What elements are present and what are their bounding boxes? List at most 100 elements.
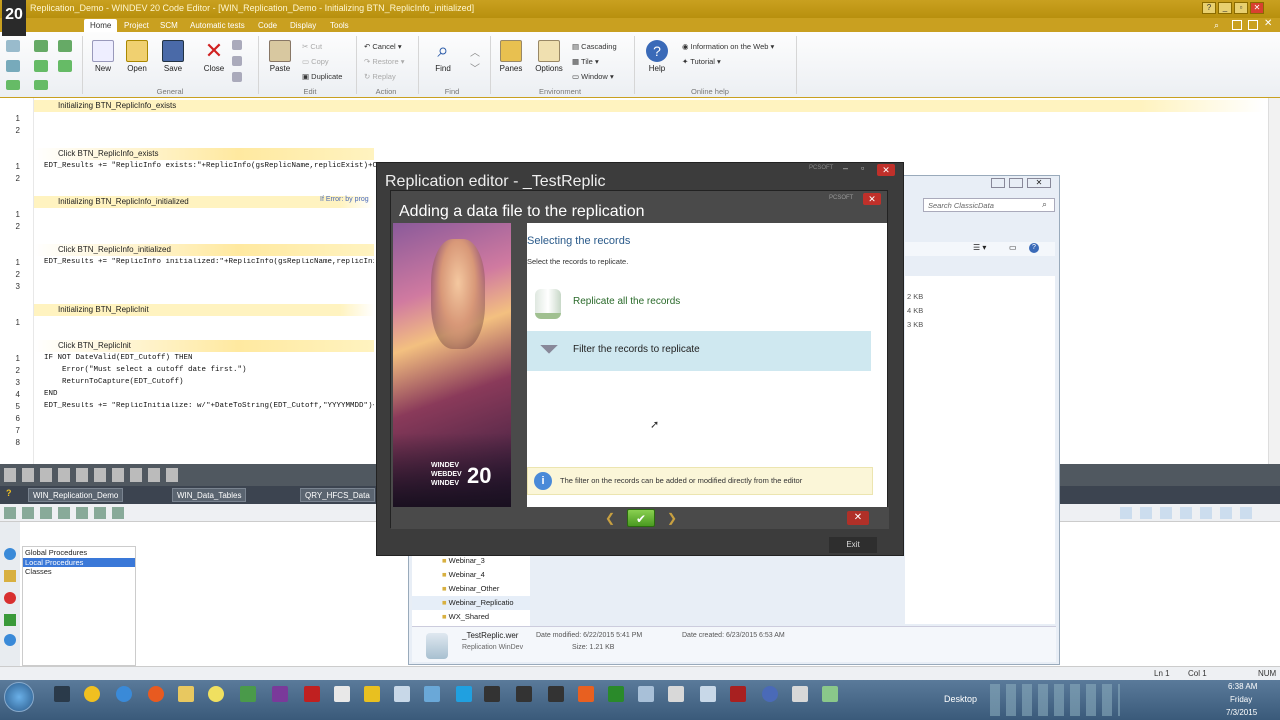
duplicate-button[interactable]: ▣ Duplicate bbox=[302, 72, 342, 81]
run-icon[interactable] bbox=[34, 60, 48, 72]
app-icon[interactable] bbox=[484, 686, 500, 702]
copy-button[interactable]: ▭ Copy bbox=[302, 57, 329, 66]
code-line[interactable]: Error("Must select a cutoff date first."… bbox=[62, 366, 247, 374]
find-previous-icon[interactable]: ︿ bbox=[470, 44, 480, 59]
file-tab[interactable]: QRY_HFCS_Data bbox=[300, 488, 375, 502]
restore-button[interactable]: ▫ bbox=[1234, 2, 1248, 14]
window-menu-button[interactable]: ▭ Window ▾ bbox=[572, 72, 614, 81]
tab-display[interactable]: Display bbox=[284, 19, 322, 32]
ie-icon[interactable] bbox=[116, 686, 132, 702]
code-line[interactable]: IF NOT DateValid(EDT_Cutoff) THEN bbox=[44, 354, 193, 362]
cascading-button[interactable]: ▤ Cascading bbox=[572, 42, 617, 51]
app-icon[interactable] bbox=[608, 686, 624, 702]
maximize-button[interactable]: ▫ bbox=[861, 163, 864, 173]
window-close-icon[interactable]: ✕ bbox=[1264, 18, 1272, 29]
filter-records-option[interactable]: ⏷ Filter the records to replicate bbox=[527, 331, 871, 371]
system-tray-icons[interactable] bbox=[990, 684, 1120, 716]
minimize-button[interactable]: – bbox=[843, 163, 848, 173]
next-button[interactable]: ❯ bbox=[659, 509, 685, 527]
code-line[interactable]: ReturnToCapture(EDT_Cutoff) bbox=[62, 378, 184, 386]
list-item[interactable]: Local Procedures bbox=[23, 558, 135, 567]
open-small-icon[interactable] bbox=[34, 40, 48, 52]
preview-pane-icon[interactable]: ▭ bbox=[1009, 243, 1017, 252]
file-list[interactable]: 2 KB 4 KB 3 KB bbox=[905, 276, 1055, 624]
firefox-icon[interactable] bbox=[148, 686, 164, 702]
help-icon[interactable]: ? bbox=[1029, 243, 1039, 253]
list-item[interactable]: Global Procedures bbox=[23, 547, 135, 558]
tutorial-button[interactable]: ✦ Tutorial ▾ bbox=[682, 57, 721, 66]
search-icon[interactable]: ⌕ bbox=[1214, 20, 1219, 31]
app-icon[interactable] bbox=[762, 686, 778, 702]
validate-button[interactable]: ✔ bbox=[627, 509, 655, 527]
app-icon[interactable] bbox=[700, 686, 716, 702]
explorer-icon[interactable] bbox=[178, 686, 194, 702]
previous-button[interactable]: ❮ bbox=[597, 509, 623, 527]
find-button[interactable]: ⌕ Find bbox=[426, 36, 460, 82]
view-tool-icons[interactable] bbox=[1120, 507, 1256, 519]
editor-scrollbar[interactable] bbox=[1268, 98, 1280, 464]
go-icon[interactable] bbox=[6, 80, 20, 90]
app-icon[interactable] bbox=[272, 686, 288, 702]
search-input[interactable]: Search ClassicData ⌕ bbox=[923, 198, 1055, 212]
print-icon[interactable] bbox=[232, 40, 242, 50]
window-maximize-icon[interactable] bbox=[1248, 20, 1258, 30]
save-small-icon[interactable] bbox=[58, 40, 72, 52]
app-icon[interactable] bbox=[730, 686, 746, 702]
desktop-toolbar-label[interactable]: Desktop bbox=[944, 694, 977, 704]
restore-action-button[interactable]: ↷ Restore ▾ bbox=[364, 57, 405, 66]
close-button[interactable]: ✕ bbox=[877, 164, 895, 176]
find-next-icon[interactable]: ﹀ bbox=[470, 60, 480, 75]
tree-item[interactable]: ■ Webinar_Other bbox=[442, 584, 499, 593]
start-button[interactable] bbox=[4, 682, 34, 712]
app-icon[interactable] bbox=[668, 686, 684, 702]
minimize-button[interactable]: _ bbox=[1218, 2, 1232, 14]
tile-button[interactable]: ▦ Tile ▾ bbox=[572, 57, 599, 66]
code-line[interactable]: EDT_Results += "ReplicInitialize: w/"+Da… bbox=[44, 402, 374, 410]
terminal-icon[interactable] bbox=[54, 686, 70, 702]
exit-button[interactable]: Exit bbox=[829, 537, 877, 553]
paste-button[interactable]: Paste bbox=[263, 36, 297, 82]
dialog-close-button[interactable]: ✕ bbox=[863, 193, 881, 205]
close-button[interactable]: ✕ bbox=[1027, 178, 1051, 188]
help-icon[interactable]: ? bbox=[1202, 2, 1216, 14]
powerpoint-icon[interactable] bbox=[578, 686, 594, 702]
save-button[interactable]: Save bbox=[156, 36, 190, 82]
test-icon[interactable] bbox=[58, 60, 72, 72]
panes-button[interactable]: Panes bbox=[494, 36, 528, 82]
minimize-button[interactable] bbox=[991, 178, 1005, 188]
refresh-icon[interactable] bbox=[6, 60, 20, 72]
app-icon[interactable] bbox=[822, 686, 838, 702]
tab-code[interactable]: Code bbox=[252, 19, 283, 32]
cancel-wizard-button[interactable]: ✕ bbox=[847, 511, 869, 525]
tab-tools[interactable]: Tools bbox=[324, 19, 355, 32]
tree-item[interactable]: ■ WX_Shared bbox=[442, 612, 489, 621]
compile-icon[interactable] bbox=[34, 80, 48, 90]
open-button[interactable]: Open bbox=[120, 36, 154, 82]
tree-item[interactable]: ■ Webinar_Replicatio bbox=[412, 596, 530, 610]
search-icon[interactable] bbox=[4, 548, 16, 560]
app-icon[interactable] bbox=[208, 686, 224, 702]
app-icon[interactable] bbox=[792, 686, 808, 702]
tree-item[interactable]: ■ Webinar_4 bbox=[442, 570, 485, 579]
chrome-icon[interactable] bbox=[84, 686, 100, 702]
app-icon[interactable] bbox=[516, 686, 532, 702]
maximize-button[interactable] bbox=[1009, 178, 1023, 188]
windev-icon[interactable] bbox=[364, 686, 380, 702]
replicate-all-option[interactable]: Replicate all the records bbox=[527, 283, 871, 323]
folder-icon[interactable] bbox=[4, 570, 16, 582]
print-preview-icon[interactable] bbox=[232, 72, 242, 82]
app-icon[interactable] bbox=[638, 686, 654, 702]
window-restore-icon[interactable] bbox=[1232, 20, 1242, 30]
run-icon[interactable] bbox=[4, 614, 16, 626]
code-line[interactable]: EDT_Results += "ReplicInfo exists:"+Repl… bbox=[44, 162, 382, 170]
app-icon[interactable] bbox=[394, 686, 410, 702]
close-file-button[interactable]: ✕ Close bbox=[197, 36, 231, 82]
close-button[interactable]: ✕ bbox=[1250, 2, 1264, 14]
pdf-icon[interactable] bbox=[304, 686, 320, 702]
cancel-button[interactable]: ↶ Cancel ▾ bbox=[364, 42, 402, 51]
info-web-button[interactable]: ◉ Information on the Web ▾ bbox=[682, 42, 774, 51]
view-options-icon[interactable]: ☰ ▾ bbox=[973, 243, 986, 252]
app-icon[interactable] bbox=[240, 686, 256, 702]
list-item[interactable]: Classes bbox=[23, 567, 135, 576]
properties-icon[interactable] bbox=[232, 56, 242, 66]
